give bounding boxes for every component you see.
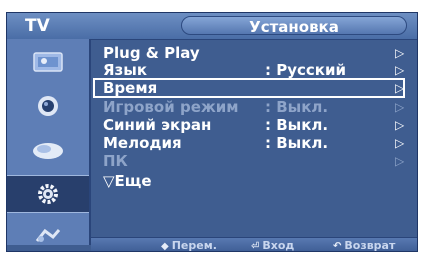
menu-item-label: Время [103,79,158,97]
sidebar-item-setup[interactable] [7,175,89,213]
arrow-right-icon: ▷ [395,136,405,150]
menu-item-label: Мелодия [103,134,182,152]
menu-item-label: Синий экран [103,116,212,134]
arrow-right-icon: ▷ [395,46,405,60]
hint-return: ↶ Возврат [333,239,396,252]
menu-item-label: ПК [103,152,128,170]
title-bar: TV Установка [7,13,417,40]
hint-move-label: Перем. [171,239,217,252]
source-label: TV [25,16,50,36]
arrow-right-icon: ▷ [395,100,405,114]
return-icon: ↶ [333,241,342,252]
sidebar-item-input[interactable] [7,217,89,251]
menu-item-time[interactable]: Время ▷ [93,78,405,98]
menu-item-value: : Выкл. [265,98,329,116]
move-icon: ◆ [161,241,169,252]
menu-category-sidebar [7,39,91,245]
picture-icon [33,52,63,72]
menu-item-melody[interactable]: Мелодия : Выкл. ▷ [95,134,405,152]
menu-item-blue-screen[interactable]: Синий экран : Выкл. ▷ [95,116,405,134]
arrow-right-icon: ▷ [395,81,405,95]
menu-title-pill: Установка [181,16,407,36]
menu-title: Установка [249,18,339,36]
sound-icon [38,96,58,116]
arrow-right-icon: ▷ [395,63,405,77]
menu-item-label: Язык [103,61,148,79]
menu-item-game-mode: Игровой режим : Выкл. ▷ [95,98,405,116]
menu-item-language[interactable]: Язык : Русский ▷ [95,61,405,79]
sidebar-item-sound[interactable] [7,87,89,125]
menu-item-plug-and-play[interactable]: Plug & Play ▷ [95,44,405,62]
hint-enter: ⏎ Вход [251,239,295,252]
arrow-right-icon: ▷ [395,118,405,132]
navigation-hint-bar: ◆ Перем. ⏎ Вход ↶ Возврат [91,237,417,252]
menu-item-label: Игровой режим [103,98,239,116]
menu-item-label: ▽Еще [103,172,152,190]
sidebar-item-channel[interactable] [7,131,89,169]
sidebar-item-picture[interactable] [7,43,89,81]
menu-item-pc: ПК ▷ [95,152,405,170]
arrow-right-icon: ▷ [395,154,405,168]
hint-enter-label: Вход [262,239,295,252]
menu-item-more[interactable]: ▽Еще [95,173,403,189]
setup-menu-list: Plug & Play ▷ Язык : Русский ▷ Время ▷ И… [93,43,413,213]
menu-item-value: : Выкл. [265,116,329,134]
setup-icon [38,184,58,204]
menu-item-value: : Выкл. [265,134,329,152]
hint-move: ◆ Перем. [161,239,217,252]
osd-menu-panel: TV Установка Plug & Play ▷ Язык: Русски… [6,12,418,252]
hint-return-label: Возврат [344,239,396,252]
menu-item-value: : Русский [265,61,346,79]
menu-item-label: Plug & Play [103,44,200,62]
channel-icon [33,143,63,159]
input-icon [35,228,61,242]
enter-icon: ⏎ [251,241,260,252]
